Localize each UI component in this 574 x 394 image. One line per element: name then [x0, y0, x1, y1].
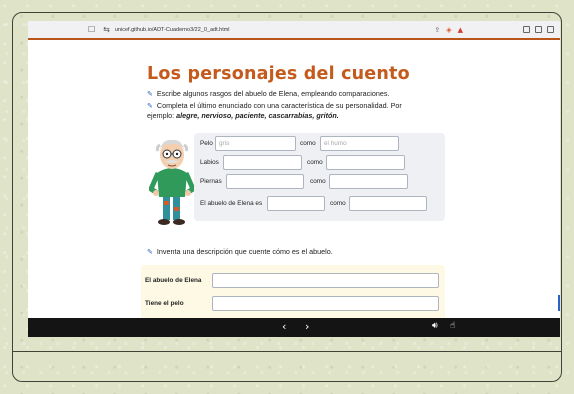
bookmark-icon[interactable]: ☐ [88, 25, 95, 34]
sidebar-toggle-icon[interactable] [523, 26, 530, 33]
grandpa-illustration [149, 139, 195, 225]
piernas-input[interactable] [226, 174, 304, 189]
abuelo-es-input[interactable] [267, 196, 325, 211]
pencil-square-icon: ✎ [147, 249, 153, 256]
como-label: como [307, 159, 323, 166]
row-label-labios: Labios [200, 159, 219, 166]
page-content: Los personajes del cuento ✎ Escribe algu… [28, 42, 560, 325]
address-bar[interactable]: unicef.github.io/ADT-Cuaderno3/22_0_adt.… [115, 27, 230, 33]
desc-abuelo-input[interactable] [212, 273, 439, 288]
row-label-abuelo-es: El abuelo de Elena es [200, 200, 263, 207]
labios-input[interactable] [223, 155, 302, 170]
pencil-square-icon: ✎ [147, 103, 153, 110]
row-label-piernas: Piernas [200, 178, 222, 185]
como-label: como [300, 140, 316, 147]
pencil-square-icon: ✎ [147, 91, 153, 98]
site-settings-icon[interactable]: ⇆ [103, 25, 110, 34]
chevron-right-icon[interactable]: › [305, 320, 309, 333]
instruction-2-cont: ejemplo: alegre, nervioso, paciente, cas… [147, 111, 339, 120]
browser-window: ☐ ⇆ unicef.github.io/ADT-Cuaderno3/22_0_… [28, 21, 560, 337]
desc-label-abuelo: El abuelo de Elena [145, 277, 202, 284]
pelo-input[interactable] [215, 136, 296, 151]
abuelo-es-compare-input[interactable] [349, 196, 427, 211]
description-instruction: ✎ Inventa una descripción que cuente cóm… [147, 247, 333, 256]
page-title: Los personajes del cuento [147, 64, 410, 84]
rewards-icon[interactable]: ▲ [458, 26, 463, 34]
labios-compare-input[interactable] [326, 155, 405, 170]
chevron-left-icon[interactable]: ‹ [282, 320, 286, 333]
pelo-compare-input[interactable] [320, 136, 399, 151]
description-panel: El abuelo de Elena Tiene el pelo [141, 265, 445, 325]
instruction-1: ✎ Escribe algunos rasgos del abuelo de E… [147, 89, 390, 98]
desc-label-pelo: Tiene el pelo [145, 300, 184, 307]
bottom-nav-bar: ‹ › 🔊︎ ☝︎ [28, 318, 560, 337]
accessibility-icon[interactable]: ☝︎ [450, 321, 455, 331]
comparison-panel: Pelo como Labios como Piernas como El ab… [194, 133, 445, 221]
piernas-compare-input[interactable] [329, 174, 408, 189]
window-icon[interactable] [547, 26, 554, 33]
row-label-pelo: Pelo [200, 140, 213, 147]
share-icon[interactable]: ⇪ [434, 26, 440, 34]
desc-pelo-input[interactable] [212, 296, 439, 311]
browser-toolbar: ☐ ⇆ unicef.github.io/ADT-Cuaderno3/22_0_… [28, 21, 560, 40]
como-label: como [310, 178, 326, 185]
como-label: como [330, 200, 346, 207]
side-panel-tab[interactable] [558, 295, 560, 311]
speaker-icon[interactable]: 🔊︎ [432, 321, 438, 331]
frame-divider [13, 351, 561, 352]
tab-overview-icon[interactable] [535, 26, 542, 33]
brave-shield-icon[interactable]: ◈ [446, 26, 451, 34]
